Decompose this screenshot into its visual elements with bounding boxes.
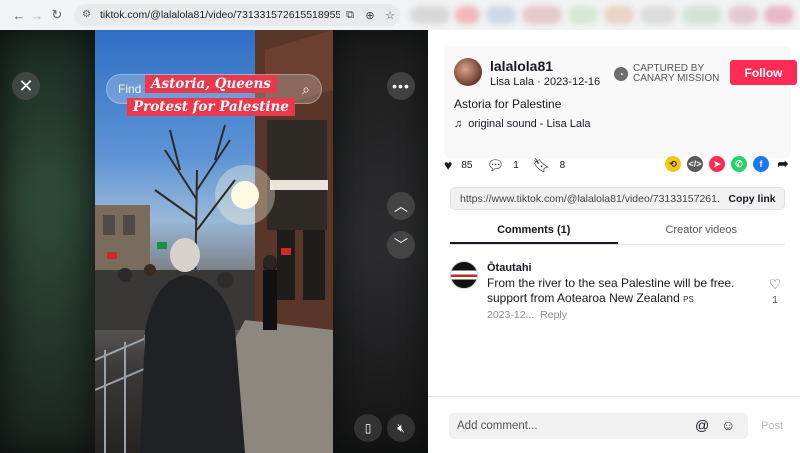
share-link-box: https://www.tiktok.com/@lalalola81/video… (450, 187, 785, 210)
display-name: Lisa Lala (490, 76, 535, 88)
video-pane: ✕ Find related content ⌕ ••• Astoria, Qu… (0, 30, 428, 453)
author-subline: Lisa Lala · 2023-12-16 (490, 76, 601, 88)
blurred-extension (486, 6, 516, 24)
mute-button[interactable]: 🔇︎ (387, 414, 415, 442)
comment-meta: 2023-12... Reply (487, 309, 567, 321)
canary-logo-icon: ◔ (614, 67, 628, 81)
facebook-icon[interactable]: f (753, 156, 769, 172)
repost-icon[interactable]: ⟲ (665, 156, 681, 172)
forward-icon[interactable]: → (26, 4, 48, 26)
comment-icon: 💬︎ (486, 156, 505, 173)
more-options-button[interactable]: ••• (387, 72, 415, 100)
floating-player-icon: ▯ (364, 421, 372, 435)
save-count: 8 (559, 159, 566, 171)
share-buttons: ⟲ </> ➤ ✆ f ➦ (659, 156, 791, 172)
search-icon[interactable]: ⌕ (302, 81, 310, 98)
send-icon[interactable]: ➤ (709, 156, 725, 172)
zoom-icon[interactable]: ⊕ (360, 9, 380, 22)
install-icon[interactable]: ⧉ (340, 9, 360, 22)
like-action[interactable]: ♥ 85 (444, 157, 472, 173)
author-card: lalalola81 Lisa Lala · 2023-12-16 ◔ CAPT… (444, 46, 797, 158)
tune-icon[interactable]: ⚙ (82, 9, 94, 21)
comment-tabs: Comments (1) Creator videos (450, 221, 785, 245)
previous-video-button[interactable]: ︿ (387, 192, 415, 220)
copy-link-button[interactable]: Copy link (720, 193, 784, 205)
browser-toolbar: ← → ↻ ⚙ tiktok.com/@lalalola81/video/731… (0, 0, 800, 30)
blurred-extension (522, 6, 562, 24)
heart-icon: ♥ (444, 157, 453, 173)
comment-count: 1 (513, 159, 519, 171)
sound-link[interactable]: ♫ original sound - Lisa Lala (454, 118, 591, 130)
follow-button[interactable]: Follow (730, 60, 797, 85)
tab-comments[interactable]: Comments (1) (450, 221, 618, 244)
like-count: 85 (461, 159, 473, 171)
captured-line-2: CANARY MISSION (633, 73, 720, 84)
next-video-button[interactable]: ﹀ (387, 231, 415, 259)
save-action[interactable]: 🔖︎ 8 (533, 157, 565, 174)
blurred-extension (640, 6, 676, 24)
blurred-extension (682, 6, 722, 24)
tab-creator-videos[interactable]: Creator videos (618, 221, 786, 244)
comment-text: From the river to the sea Palestine will… (487, 276, 757, 307)
address-url: tiktok.com/@lalalola81/video/73133157261… (100, 9, 340, 21)
chevron-up-icon: ︿ (394, 198, 408, 214)
whatsapp-icon[interactable]: ✆ (731, 156, 747, 172)
comment-input[interactable]: Add comment... @ ☺ (449, 413, 748, 439)
close-icon: ✕ (18, 75, 34, 96)
video-caption-line-2: Protest for Palestine (127, 98, 295, 116)
reload-icon[interactable]: ↻ (46, 4, 68, 26)
comment-like-icon[interactable]: ♡ (766, 276, 784, 293)
post-button[interactable]: Post (761, 420, 783, 432)
share-icon[interactable]: ➦ (775, 156, 791, 172)
comment-author[interactable]: Ōtautahi (487, 262, 532, 274)
comment-like-count: 1 (772, 294, 778, 306)
blurred-extension (604, 6, 634, 24)
bookmark-star-icon[interactable]: ☆ (380, 9, 400, 22)
comment-composer: Add comment... @ ☺ Post (428, 396, 800, 453)
comment-action[interactable]: 💬︎ 1 (486, 157, 518, 174)
blurred-extension (568, 6, 598, 24)
username[interactable]: lalalola81 (490, 58, 553, 74)
share-link[interactable]: https://www.tiktok.com/@lalalola81/video… (451, 193, 720, 205)
sound-title: original sound - Lisa Lala (468, 118, 591, 130)
blurred-extension (728, 6, 758, 24)
close-button[interactable]: ✕ (12, 72, 40, 100)
blurred-extension (410, 6, 450, 24)
video-caption-line-1: Astoria, Queens (145, 75, 277, 93)
mute-icon: 🔇︎ (397, 420, 405, 435)
blurred-extension (455, 6, 480, 24)
action-bar: ♥ 85 💬︎ 1 🔖︎ 8 ⟲ </> ➤ ✆ f ➦ (444, 154, 791, 176)
comment-date: 2023-12... (487, 309, 535, 321)
captured-badge: ◔ CAPTURED BY CANARY MISSION (614, 64, 719, 84)
post-description: Astoria for Palestine (454, 97, 562, 111)
comment-placeholder: Add comment... (457, 420, 538, 432)
reply-link[interactable]: Reply (540, 309, 567, 321)
flag-text: PS (683, 295, 694, 304)
comment-avatar[interactable] (450, 261, 478, 289)
blurred-extension (764, 6, 794, 24)
embed-icon[interactable]: </> (687, 156, 703, 172)
more-icon: ••• (392, 78, 410, 94)
bookmark-icon: 🔖︎ (532, 156, 551, 173)
emoji-icon[interactable]: ☺ (721, 417, 735, 433)
details-panel: lalalola81 Lisa Lala · 2023-12-16 ◔ CAPT… (428, 30, 800, 453)
chevron-down-icon: ﹀ (394, 237, 408, 253)
floating-player-button[interactable]: ▯ (354, 414, 382, 442)
comment-body: From the river to the sea Palestine will… (487, 276, 735, 305)
post-date: 2023-12-16 (543, 76, 601, 88)
music-note-icon: ♫ (454, 118, 463, 130)
address-bar[interactable]: ⚙ tiktok.com/@lalalola81/video/731331572… (74, 4, 400, 26)
avatar[interactable] (454, 58, 482, 86)
at-icon[interactable]: @ (695, 417, 709, 433)
